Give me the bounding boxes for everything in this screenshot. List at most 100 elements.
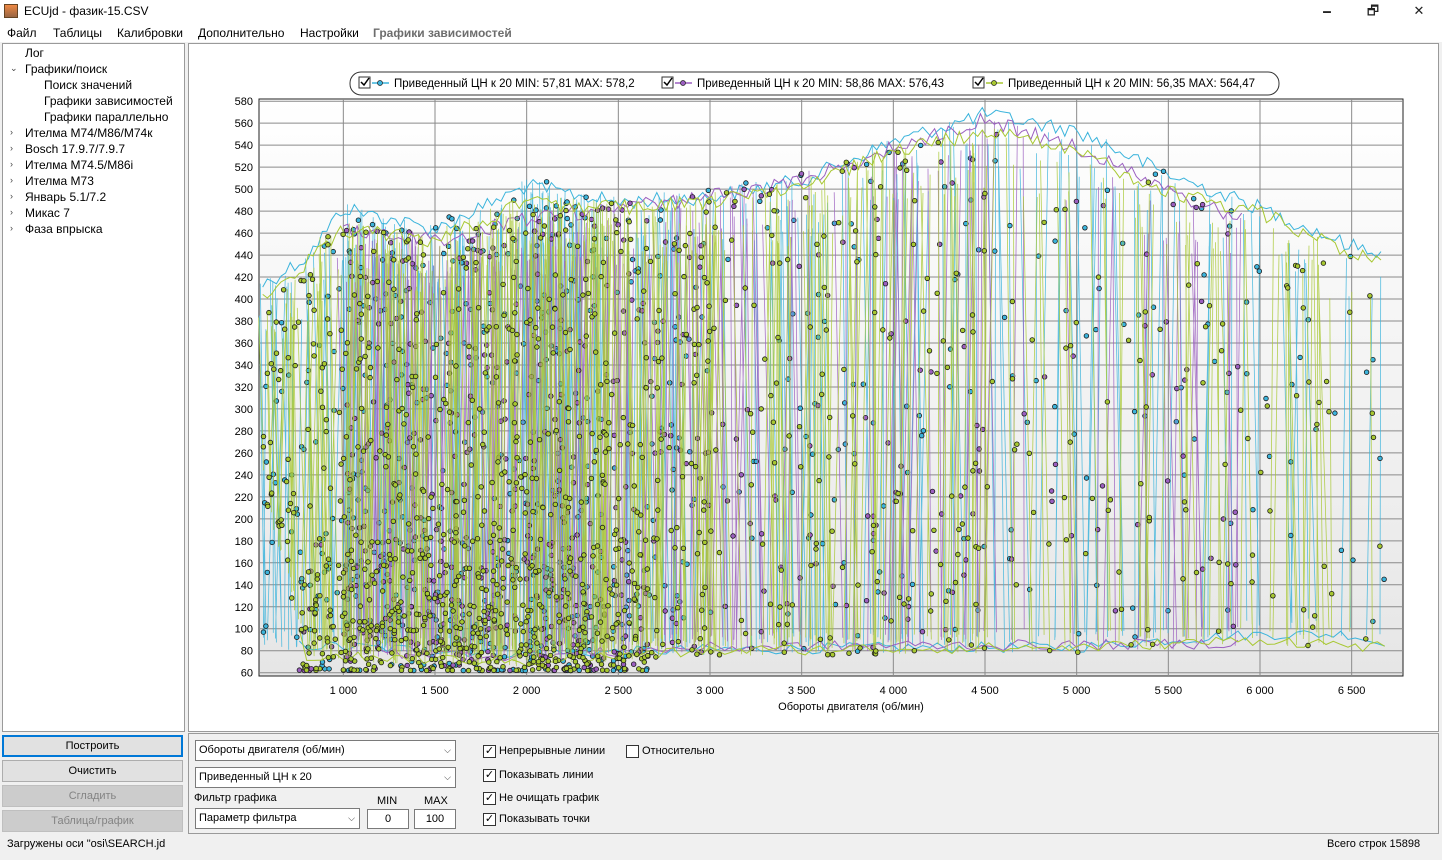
menu-dependency-graphs[interactable]: Графики зависимостей xyxy=(373,26,512,40)
menu-extra[interactable]: Дополнительно xyxy=(198,26,284,40)
data-point xyxy=(391,286,397,292)
tree-item[interactable]: Графики параллельно xyxy=(44,110,168,124)
data-point xyxy=(882,280,889,287)
menu-settings[interactable]: Настройки xyxy=(300,26,359,40)
data-point xyxy=(518,474,524,480)
data-point xyxy=(301,446,307,453)
data-point xyxy=(1215,628,1222,634)
tree-item[interactable]: Графики/поиск xyxy=(25,62,107,76)
continuous-lines-checkbox[interactable]: ✓ xyxy=(483,745,496,758)
clear-button[interactable]: Очистить xyxy=(2,760,183,782)
data-point xyxy=(672,545,678,551)
data-point xyxy=(285,355,291,361)
legend-swatch-point xyxy=(991,80,997,86)
data-point xyxy=(425,552,432,559)
data-point xyxy=(588,216,595,223)
dont-clear-checkbox[interactable]: ✓ xyxy=(483,792,496,805)
build-button[interactable]: Построить xyxy=(2,735,183,757)
data-point xyxy=(686,336,692,342)
minimize-button[interactable]: 🗕 xyxy=(1304,0,1350,22)
data-point xyxy=(580,589,586,595)
x-axis-select[interactable]: Обороты двигателя (об/мин) ⌵ xyxy=(195,740,456,761)
menu-calibrations[interactable]: Калибровки xyxy=(117,26,183,40)
smooth-button[interactable]: Сгладить xyxy=(2,785,183,807)
data-point xyxy=(1026,450,1032,456)
chevron-down-icon[interactable]: ⌄ xyxy=(10,63,18,74)
data-point xyxy=(453,578,460,584)
data-point xyxy=(513,667,519,673)
data-point xyxy=(432,225,439,231)
data-point xyxy=(460,254,466,260)
tree-item[interactable]: Графики зависимостей xyxy=(44,94,173,108)
data-point xyxy=(268,361,274,367)
data-point xyxy=(456,573,462,579)
data-point xyxy=(438,663,445,669)
chevron-right-icon[interactable]: › xyxy=(10,207,13,217)
data-point xyxy=(593,447,599,454)
data-point xyxy=(553,427,559,434)
min-input[interactable]: 0 xyxy=(367,809,409,829)
data-point xyxy=(546,634,553,640)
data-point xyxy=(635,269,641,275)
relative-checkbox[interactable] xyxy=(626,745,639,758)
data-point xyxy=(505,562,511,569)
filter-select[interactable]: Параметр фильтра ⌵ xyxy=(195,808,360,829)
data-point xyxy=(798,171,805,177)
data-point xyxy=(969,312,976,318)
tree-item[interactable]: Фаза впрыска xyxy=(25,222,103,236)
tree-item[interactable]: Микас 7 xyxy=(25,206,70,220)
data-point xyxy=(904,167,910,173)
data-point xyxy=(629,568,635,574)
x-tick-label: 1 000 xyxy=(330,685,358,697)
data-point xyxy=(306,292,312,299)
data-point xyxy=(1029,337,1035,343)
show-points-checkbox[interactable]: ✓ xyxy=(483,813,496,826)
tree-item[interactable]: Ителма M74.5/M86i xyxy=(25,158,133,172)
show-lines-checkbox[interactable]: ✓ xyxy=(483,769,496,782)
chevron-right-icon[interactable]: › xyxy=(10,143,13,153)
tree-item[interactable]: Лог xyxy=(25,46,44,60)
max-input[interactable]: 100 xyxy=(414,809,456,829)
menu-file[interactable]: Файл xyxy=(7,26,37,40)
data-point xyxy=(1369,410,1375,416)
data-point xyxy=(813,546,819,552)
data-point xyxy=(676,247,682,253)
y-axis-select[interactable]: Приведенный ЦН к 20 ⌵ xyxy=(195,767,456,788)
data-point xyxy=(1288,459,1294,465)
data-point xyxy=(308,666,314,672)
data-point xyxy=(513,616,519,622)
menu-tables[interactable]: Таблицы xyxy=(53,26,102,40)
data-point xyxy=(473,225,479,232)
data-point xyxy=(324,316,331,322)
y-tick-label: 260 xyxy=(235,448,253,460)
tree-item[interactable]: Bosch 17.9.7/7.9.7 xyxy=(25,142,125,156)
data-point xyxy=(1258,469,1264,476)
data-point xyxy=(738,617,745,624)
chevron-right-icon[interactable]: › xyxy=(10,223,13,233)
legend: Приведенный ЦН к 20 MIN: 57,81 MAX: 578,… xyxy=(349,71,1280,96)
chevron-right-icon[interactable]: › xyxy=(10,191,13,201)
data-point xyxy=(389,650,395,656)
data-point xyxy=(902,158,908,164)
data-point xyxy=(595,653,601,659)
data-point xyxy=(466,354,472,360)
data-point xyxy=(319,404,326,410)
tree-item[interactable]: Ителма M74/M86/M74к xyxy=(25,126,152,140)
chevron-right-icon[interactable]: › xyxy=(10,175,13,185)
close-button[interactable]: ✕ xyxy=(1396,0,1442,22)
chevron-right-icon[interactable]: › xyxy=(10,127,13,137)
tree-item[interactable]: Январь 5.1/7.2 xyxy=(25,190,106,204)
data-point xyxy=(776,621,782,628)
data-point xyxy=(698,254,704,260)
tree-item[interactable]: Поиск значений xyxy=(44,78,132,92)
tree-item[interactable]: Ителма M73 xyxy=(25,174,94,188)
data-point xyxy=(588,475,595,482)
table-graph-button[interactable]: Таблица/график xyxy=(2,810,183,832)
maximize-button[interactable]: 🗗 xyxy=(1350,0,1396,22)
data-point xyxy=(1294,263,1301,269)
chevron-right-icon[interactable]: › xyxy=(10,159,13,169)
data-point xyxy=(561,587,567,593)
data-point xyxy=(417,239,424,245)
data-point xyxy=(808,562,814,569)
data-point xyxy=(291,324,298,330)
